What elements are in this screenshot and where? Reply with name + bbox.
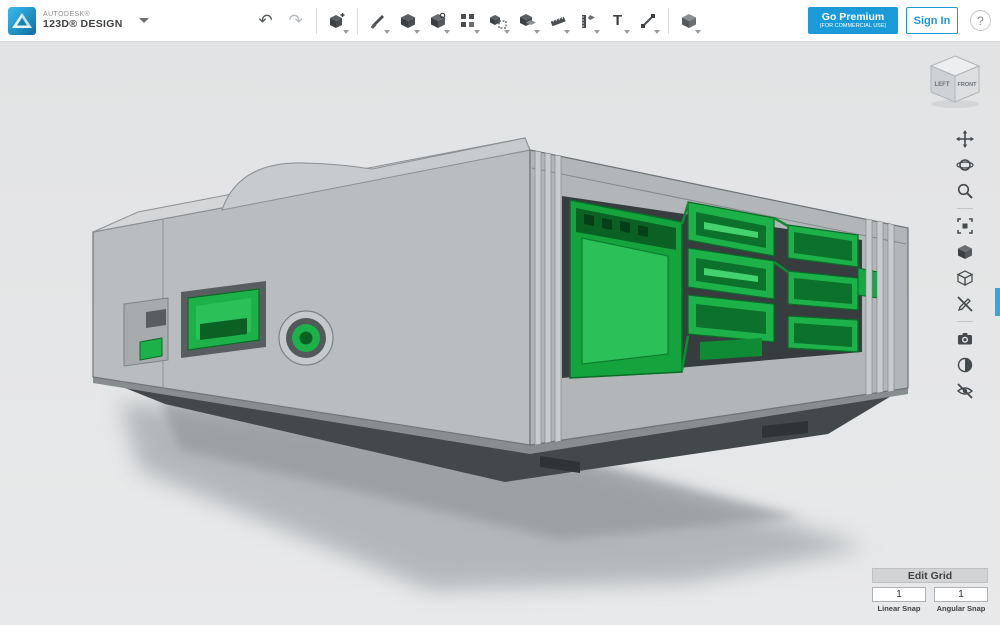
app-logo-icon[interactable] <box>8 7 36 35</box>
ethernet-pin <box>584 214 594 226</box>
linear-snap-label: Linear Snap <box>878 604 921 613</box>
view-cube-left-label: LEFT <box>935 82 950 88</box>
combine-cubes-icon <box>519 12 537 30</box>
grouping-cubes-icon <box>489 12 507 30</box>
primitives-menu-button[interactable] <box>322 5 352 37</box>
sign-in-button[interactable]: Sign In <box>906 7 958 34</box>
left-notch-recess <box>146 309 166 328</box>
zoom-icon <box>956 182 974 200</box>
material-menu-button[interactable] <box>674 5 704 37</box>
grouping-menu-button[interactable] <box>483 5 513 37</box>
usb-port-slot <box>794 323 852 347</box>
ethernet-pin <box>620 221 630 233</box>
nav-separator <box>957 208 973 209</box>
pattern-menu-button[interactable] <box>453 5 483 37</box>
toolbar-separator <box>357 8 358 34</box>
angular-snap-cell: Angular Snap <box>934 587 988 613</box>
toggle-visibility-button[interactable] <box>953 379 977 403</box>
construct-menu-button[interactable] <box>393 5 423 37</box>
construct-cube-icon <box>399 12 417 30</box>
brand-line2: 123D® DESIGN <box>43 19 123 31</box>
material-view-icon <box>956 356 974 374</box>
jack-center <box>300 332 313 345</box>
hide-edges-button[interactable] <box>953 292 977 316</box>
zoom-button[interactable] <box>953 179 977 203</box>
ethernet-pin <box>638 225 648 237</box>
pattern-grid-icon <box>459 12 477 30</box>
angular-snap-input[interactable] <box>934 587 988 602</box>
hide-edges-icon <box>956 295 974 313</box>
primitives-cube-icon <box>328 12 346 30</box>
outline-view-button[interactable] <box>953 266 977 290</box>
pan-icon <box>956 130 974 148</box>
usb-stack-middle <box>688 202 774 342</box>
shaded-view-icon <box>956 243 974 261</box>
orbit-button[interactable] <box>953 153 977 177</box>
combine-menu-button[interactable] <box>513 5 543 37</box>
measure-menu-button[interactable] <box>543 5 573 37</box>
snap-icon <box>639 12 657 30</box>
pan-button[interactable] <box>953 127 977 151</box>
outline-view-icon <box>956 269 974 287</box>
front-face-left-ribs <box>535 151 561 445</box>
screenshot-camera-icon <box>956 330 974 348</box>
usb-stack-right <box>788 225 858 352</box>
viewport[interactable]: LEFT FRONT <box>0 42 1000 625</box>
shaded-view-button[interactable] <box>953 240 977 264</box>
go-premium-label: Go Premium <box>822 12 884 24</box>
toolbar-separator <box>668 8 669 34</box>
material-cube-icon <box>680 12 698 30</box>
sketch-icon <box>369 12 387 30</box>
angular-snap-label: Angular Snap <box>937 604 986 613</box>
ethernet-face <box>582 238 668 364</box>
sketch-menu-button[interactable] <box>363 5 393 37</box>
edit-grid-panel: Edit Grid Linear Snap Angular Snap <box>872 568 988 613</box>
viewport-canvas[interactable] <box>0 42 1000 625</box>
go-premium-sublabel: (FOR COMMERCIAL USE) <box>820 23 887 29</box>
view-cube-front-label: FRONT <box>958 82 978 88</box>
navigation-toolbar <box>952 126 978 404</box>
redo-icon: ↷ <box>289 11 303 31</box>
edit-grid-title[interactable]: Edit Grid <box>872 568 988 583</box>
side-panel-handle[interactable] <box>995 288 1000 316</box>
ruler-icon <box>579 12 597 30</box>
modify-cube-icon <box>429 12 447 30</box>
left-notch-green-part <box>140 338 162 360</box>
edit-grid-inputs: Linear Snap Angular Snap <box>872 587 988 613</box>
modify-menu-button[interactable] <box>423 5 453 37</box>
top-toolbar: AUTODESK® 123D® DESIGN ↶ ↷ <box>0 0 1000 42</box>
undo-button[interactable]: ↶ <box>251 5 281 37</box>
app-title: AUTODESK® 123D® DESIGN <box>43 11 123 30</box>
undo-icon: ↶ <box>259 11 273 31</box>
ruler-menu-button[interactable] <box>573 5 603 37</box>
measure-ruler-icon <box>549 12 567 30</box>
orbit-icon <box>956 156 974 174</box>
toggle-visibility-icon <box>956 382 974 400</box>
text-menu-button[interactable]: T <box>603 5 633 37</box>
front-face-right-ribs <box>866 219 894 395</box>
fit-button[interactable] <box>953 214 977 238</box>
view-cube[interactable]: LEFT FRONT <box>924 52 986 110</box>
nav-separator <box>957 321 973 322</box>
snap-menu-button[interactable] <box>633 5 663 37</box>
linear-snap-input[interactable] <box>872 587 926 602</box>
toolbar-separator <box>316 8 317 34</box>
text-tool-icon: T <box>613 12 622 29</box>
help-button[interactable]: ? <box>970 10 991 31</box>
model-case <box>93 138 908 590</box>
linear-snap-cell: Linear Snap <box>872 587 926 613</box>
redo-button[interactable]: ↷ <box>281 5 311 37</box>
app-menu-chevron-icon[interactable] <box>133 10 155 32</box>
material-view-button[interactable] <box>953 353 977 377</box>
fit-icon <box>956 217 974 235</box>
screenshot-button[interactable] <box>953 327 977 351</box>
ethernet-pin <box>602 218 612 230</box>
go-premium-button[interactable]: Go Premium (FOR COMMERCIAL USE) <box>808 7 898 34</box>
